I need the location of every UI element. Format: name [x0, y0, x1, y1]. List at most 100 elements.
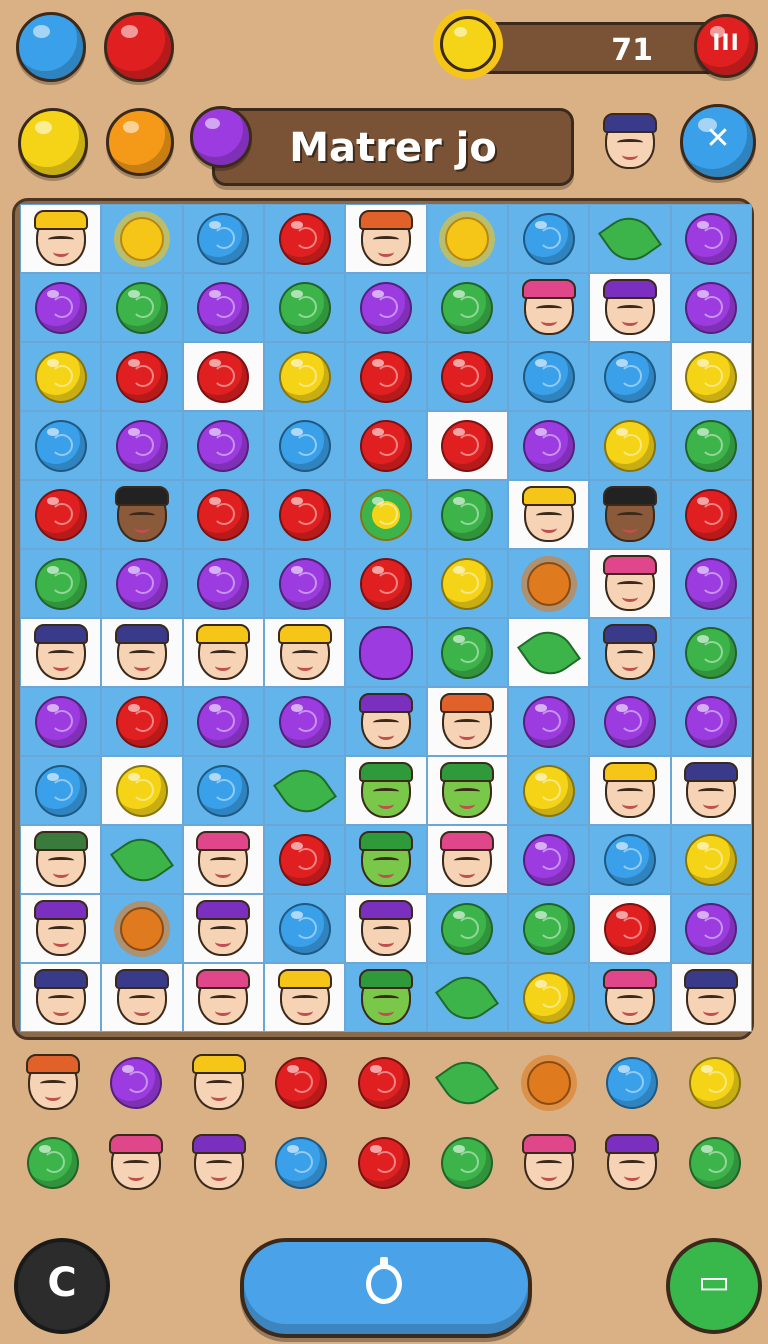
piece-tray-row-1[interactable]: [12, 1046, 756, 1120]
board-cell-r4-c4[interactable]: [345, 480, 427, 549]
board-cell-r10-c7[interactable]: [589, 894, 671, 963]
board-cell-r8-c4[interactable]: [345, 756, 427, 825]
tray-slot-5[interactable]: [425, 1126, 508, 1200]
board-cell-r9-c2[interactable]: [182, 825, 264, 894]
tray-slot-4[interactable]: [343, 1126, 426, 1200]
board-cell-r4-c2[interactable]: [182, 480, 264, 549]
board-cell-r6-c5[interactable]: [426, 618, 508, 687]
tray-slot-6[interactable]: [508, 1046, 591, 1120]
board-cell-r2-c1[interactable]: [101, 342, 183, 411]
board-cell-r5-c2[interactable]: [182, 549, 264, 618]
board-cell-r3-c4[interactable]: [345, 411, 427, 480]
tray-slot-8[interactable]: [673, 1126, 756, 1200]
board-cell-r4-c7[interactable]: [589, 480, 671, 549]
board-cell-r8-c5[interactable]: [426, 756, 508, 825]
piece-tray-row-2[interactable]: [12, 1126, 756, 1200]
tray-slot-0[interactable]: [12, 1126, 95, 1200]
board-cell-r10-c1[interactable]: [101, 894, 183, 963]
board-cell-r6-c2[interactable]: [182, 618, 264, 687]
tray-slot-3[interactable]: [260, 1126, 343, 1200]
board-cell-r3-c3[interactable]: [264, 411, 346, 480]
board-cell-r11-c8[interactable]: [670, 963, 752, 1032]
board-cell-r4-c8[interactable]: [670, 480, 752, 549]
board-cell-r11-c3[interactable]: [264, 963, 346, 1032]
board-cell-r8-c3[interactable]: [264, 756, 346, 825]
board-cell-r11-c5[interactable]: [426, 963, 508, 1032]
board-cell-r0-c4[interactable]: [345, 204, 427, 273]
board-cell-r9-c0[interactable]: [20, 825, 102, 894]
board-cell-r10-c8[interactable]: [670, 894, 752, 963]
board-cell-r10-c0[interactable]: [20, 894, 102, 963]
board-cell-r6-c7[interactable]: [589, 618, 671, 687]
tray-slot-2[interactable]: [177, 1126, 260, 1200]
board-cell-r0-c6[interactable]: [508, 204, 590, 273]
board-cell-r5-c7[interactable]: [589, 549, 671, 618]
board-cell-r8-c0[interactable]: [20, 756, 102, 825]
board-cell-r2-c7[interactable]: [589, 342, 671, 411]
board-cell-r10-c4[interactable]: [345, 894, 427, 963]
board-cell-r1-c5[interactable]: [426, 273, 508, 342]
board-cell-r5-c0[interactable]: [20, 549, 102, 618]
board-cell-r10-c2[interactable]: [182, 894, 264, 963]
tray-slot-3[interactable]: [260, 1046, 343, 1120]
board-cell-r4-c1[interactable]: [101, 480, 183, 549]
board-cell-r9-c7[interactable]: [589, 825, 671, 894]
board-cell-r9-c1[interactable]: [101, 825, 183, 894]
board-cell-r6-c4[interactable]: [345, 618, 427, 687]
board-cell-r9-c3[interactable]: [264, 825, 346, 894]
board-cell-r7-c2[interactable]: [182, 687, 264, 756]
board-cell-r4-c3[interactable]: [264, 480, 346, 549]
board-cell-r7-c7[interactable]: [589, 687, 671, 756]
board-cell-r4-c5[interactable]: [426, 480, 508, 549]
tray-slot-5[interactable]: [425, 1046, 508, 1120]
search-button[interactable]: C: [14, 1238, 110, 1334]
board-cell-r6-c6[interactable]: [508, 618, 590, 687]
purple-swirl-orb[interactable]: [190, 106, 252, 168]
shuffle-button[interactable]: ✕: [680, 104, 756, 180]
main-action-button[interactable]: [240, 1238, 532, 1338]
board-cell-r5-c4[interactable]: [345, 549, 427, 618]
board-cell-r3-c1[interactable]: [101, 411, 183, 480]
board-cell-r11-c6[interactable]: [508, 963, 590, 1032]
board-cell-r11-c0[interactable]: [20, 963, 102, 1032]
board-cell-r1-c1[interactable]: [101, 273, 183, 342]
board-cell-r0-c5[interactable]: [426, 204, 508, 273]
board-cell-r11-c4[interactable]: [345, 963, 427, 1032]
board-cell-r6-c8[interactable]: [670, 618, 752, 687]
board-cell-r1-c2[interactable]: [182, 273, 264, 342]
board-cell-r2-c4[interactable]: [345, 342, 427, 411]
board-cell-r2-c5[interactable]: [426, 342, 508, 411]
board-cell-r2-c2[interactable]: [182, 342, 264, 411]
tray-slot-2[interactable]: [177, 1046, 260, 1120]
board-cell-r8-c7[interactable]: [589, 756, 671, 825]
board-cell-r7-c4[interactable]: [345, 687, 427, 756]
board-cell-r2-c6[interactable]: [508, 342, 590, 411]
board-cell-r2-c0[interactable]: [20, 342, 102, 411]
board-cell-r3-c6[interactable]: [508, 411, 590, 480]
board-cell-r0-c1[interactable]: [101, 204, 183, 273]
board-cell-r3-c5[interactable]: [426, 411, 508, 480]
board-cell-r7-c0[interactable]: [20, 687, 102, 756]
board-cell-r8-c2[interactable]: [182, 756, 264, 825]
game-board[interactable]: [20, 204, 752, 1032]
toggle-button[interactable]: ▭: [666, 1238, 762, 1334]
board-cell-r1-c4[interactable]: [345, 273, 427, 342]
board-cell-r7-c6[interactable]: [508, 687, 590, 756]
board-cell-r7-c1[interactable]: [101, 687, 183, 756]
board-cell-r4-c6[interactable]: [508, 480, 590, 549]
board-cell-r1-c0[interactable]: [20, 273, 102, 342]
board-cell-r0-c3[interactable]: [264, 204, 346, 273]
board-cell-r4-c0[interactable]: [20, 480, 102, 549]
board-cell-r7-c8[interactable]: [670, 687, 752, 756]
board-cell-r9-c4[interactable]: [345, 825, 427, 894]
board-cell-r9-c6[interactable]: [508, 825, 590, 894]
board-cell-r2-c3[interactable]: [264, 342, 346, 411]
board-cell-r7-c5[interactable]: [426, 687, 508, 756]
board-cell-r10-c6[interactable]: [508, 894, 590, 963]
board-cell-r7-c3[interactable]: [264, 687, 346, 756]
board-cell-r5-c5[interactable]: [426, 549, 508, 618]
board-cell-r3-c2[interactable]: [182, 411, 264, 480]
board-cell-r6-c0[interactable]: [20, 618, 102, 687]
board-cell-r0-c7[interactable]: [589, 204, 671, 273]
board-cell-r8-c6[interactable]: [508, 756, 590, 825]
